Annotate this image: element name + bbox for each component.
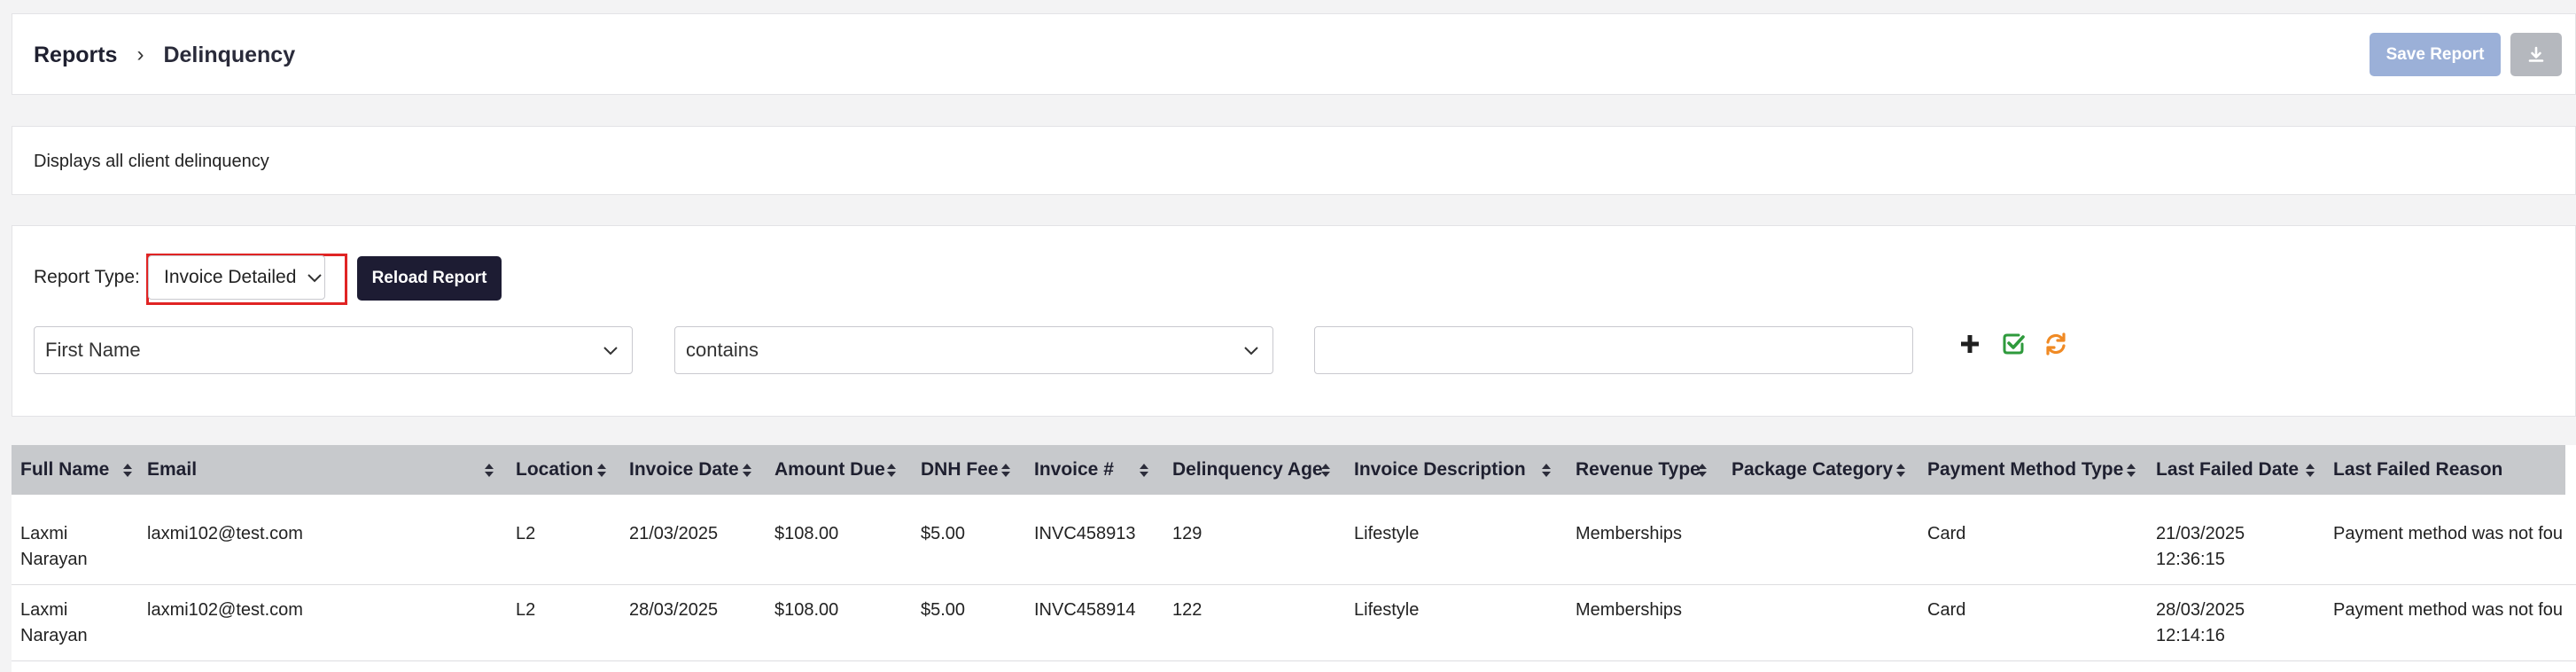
chevron-down-icon xyxy=(307,274,322,283)
page-header: Reports › Delinquency Save Report xyxy=(12,13,2576,95)
cell-invoice-date: 28/03/2025 xyxy=(629,600,719,620)
download-button[interactable] xyxy=(2510,33,2562,76)
cell-payment-method-type: Card xyxy=(1927,600,1966,620)
sort-icon[interactable] xyxy=(2127,464,2136,477)
report-type-label: Report Type: xyxy=(34,267,140,287)
sort-icon[interactable] xyxy=(123,464,132,477)
table-header: Full Name Email Location Invoice Date Am… xyxy=(12,445,2565,495)
reload-report-button[interactable]: Reload Report xyxy=(357,256,502,301)
filters-panel: Report Type: Invoice Detailed Reload Rep… xyxy=(12,225,2576,417)
cell-last-failed-date: 21/03/2025 12:36:15 xyxy=(2156,521,2245,573)
add-filter-button[interactable] xyxy=(1957,331,1983,357)
save-report-button[interactable]: Save Report xyxy=(2370,33,2501,76)
cell-email: laxmi102@test.com xyxy=(147,600,303,620)
cell-invoice-no: INVC458913 xyxy=(1034,524,1136,543)
sort-icon[interactable] xyxy=(1896,464,1905,477)
report-type-value: Invoice Detailed xyxy=(164,267,297,287)
cell-dnh-fee: $5.00 xyxy=(921,600,966,620)
sort-icon[interactable] xyxy=(1321,464,1330,477)
col-header-email[interactable]: Email xyxy=(147,445,197,495)
cell-invoice-description: Lifestyle xyxy=(1354,524,1420,543)
sort-icon[interactable] xyxy=(743,464,751,477)
cell-last-failed-reason: Payment method was not fou xyxy=(2333,524,2564,543)
col-header-payment-method-type[interactable]: Payment Method Type xyxy=(1927,445,2123,495)
sort-icon[interactable] xyxy=(485,464,494,477)
col-header-package-category[interactable]: Package Category xyxy=(1732,445,1893,495)
report-type-select[interactable]: Invoice Detailed xyxy=(148,255,325,300)
sort-icon[interactable] xyxy=(2306,464,2315,477)
cell-last-failed-date: 28/03/2025 12:14:16 xyxy=(2156,598,2245,649)
cell-last-failed-reason: Payment method was not fou xyxy=(2333,600,2564,620)
col-header-invoice-no[interactable]: Invoice # xyxy=(1034,445,1114,495)
col-header-dnh-fee[interactable]: DNH Fee xyxy=(921,445,999,495)
download-icon xyxy=(2528,46,2544,62)
breadcrumb: Reports › Delinquency xyxy=(34,14,295,96)
cell-revenue-type: Memberships xyxy=(1576,524,1683,543)
filter-value-input[interactable] xyxy=(1314,326,1913,374)
last-failed-time: 12:14:16 xyxy=(2156,626,2225,645)
filter-field-select[interactable]: First Name xyxy=(34,326,633,374)
cell-payment-method-type: Card xyxy=(1927,524,1966,543)
last-failed-date: 28/03/2025 xyxy=(2156,600,2245,620)
cell-location: L2 xyxy=(516,600,536,620)
report-description-panel: Displays all client delinquency xyxy=(12,126,2576,195)
cell-invoice-no: INVC458914 xyxy=(1034,600,1136,620)
filter-field-value: First Name xyxy=(45,339,141,361)
report-description: Displays all client delinquency xyxy=(34,151,269,171)
col-header-invoice-date[interactable]: Invoice Date xyxy=(629,445,739,495)
cell-dnh-fee: $5.00 xyxy=(921,524,966,543)
col-header-last-failed-date[interactable]: Last Failed Date xyxy=(2156,445,2299,495)
apply-filter-button[interactable] xyxy=(2000,331,2027,357)
cell-full-name: Laxmi Narayan xyxy=(20,524,88,569)
table-row[interactable]: Laxmi Narayan laxmi102@test.com L2 28/03… xyxy=(12,585,2576,661)
check-square-icon xyxy=(2003,333,2025,355)
cell-delinquency-age: 129 xyxy=(1172,524,1202,543)
col-header-location[interactable]: Location xyxy=(516,445,594,495)
sort-icon[interactable] xyxy=(1140,464,1148,477)
col-header-full-name[interactable]: Full Name xyxy=(20,445,109,495)
reset-filter-button[interactable] xyxy=(2043,331,2069,357)
cell-invoice-description: Lifestyle xyxy=(1354,600,1420,620)
last-failed-time: 12:36:15 xyxy=(2156,550,2225,569)
cell-revenue-type: Memberships xyxy=(1576,600,1683,620)
col-header-delinquency-age[interactable]: Delinquency Age xyxy=(1172,445,1323,495)
sort-icon[interactable] xyxy=(1542,464,1551,477)
cell-full-name: Laxmi Narayan xyxy=(20,600,88,645)
last-failed-date: 21/03/2025 xyxy=(2156,524,2245,543)
filter-operator-value: contains xyxy=(686,339,759,361)
cell-delinquency-age: 122 xyxy=(1172,600,1202,620)
col-header-amount-due[interactable]: Amount Due xyxy=(774,445,885,495)
sort-icon[interactable] xyxy=(1001,464,1010,477)
col-header-revenue-type[interactable]: Revenue Type xyxy=(1576,445,1700,495)
breadcrumb-reports-link[interactable]: Reports xyxy=(34,43,117,68)
cell-amount-due: $108.00 xyxy=(774,524,839,543)
cell-amount-due: $108.00 xyxy=(774,600,839,620)
sort-icon[interactable] xyxy=(1698,464,1707,477)
cell-location: L2 xyxy=(516,524,536,543)
page-title: Delinquency xyxy=(163,42,296,67)
table-row[interactable]: Laxmi Narayan laxmi102@test.com L2 21/03… xyxy=(12,509,2576,585)
chevron-down-icon xyxy=(603,347,618,356)
refresh-icon xyxy=(2046,332,2066,356)
cell-invoice-date: 21/03/2025 xyxy=(629,524,719,543)
filter-operator-select[interactable]: contains xyxy=(674,326,1273,374)
breadcrumb-separator: › xyxy=(136,43,144,66)
sort-icon[interactable] xyxy=(887,464,896,477)
plus-icon xyxy=(1961,335,1979,353)
cell-email: laxmi102@test.com xyxy=(147,524,303,543)
report-table: Full Name Email Location Invoice Date Am… xyxy=(12,445,2576,672)
col-header-invoice-description[interactable]: Invoice Description xyxy=(1354,445,1526,495)
sort-icon[interactable] xyxy=(597,464,606,477)
col-header-last-failed-reason[interactable]: Last Failed Reason xyxy=(2333,445,2502,495)
chevron-down-icon xyxy=(1244,347,1258,356)
